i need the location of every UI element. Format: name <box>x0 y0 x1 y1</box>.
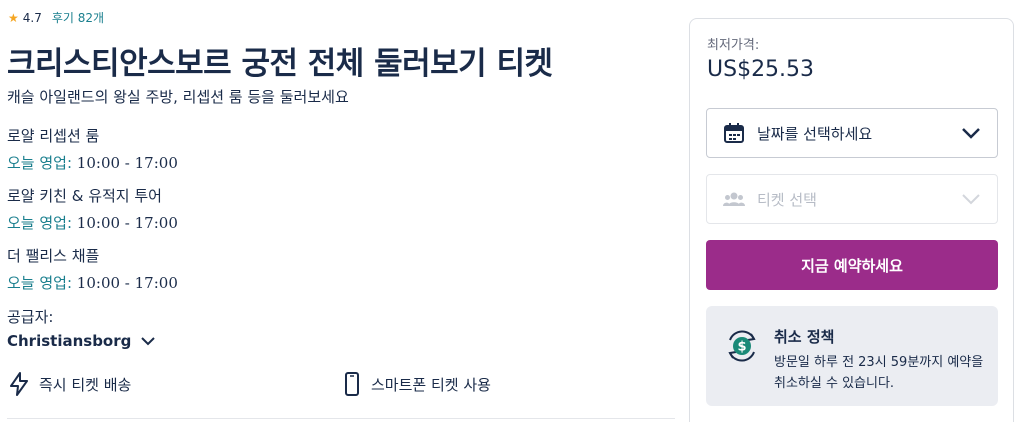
price: US$25.53 <box>707 57 815 82</box>
supplier-toggle[interactable]: Christiansborg <box>7 332 156 350</box>
hours-label: 오늘 영업: <box>7 154 73 172</box>
booking-card: 최저가격: US$25.53 날짜를 선택하세요 티켓 선택 지금 예약하세요 … <box>689 18 1014 422</box>
venue-name: 로얄 키친 & 유적지 투어 <box>7 187 162 205</box>
venue-hours: 오늘 영업: 10:00 - 17:00 <box>7 272 178 293</box>
venue-item: 로얄 리셉션 룸 오늘 영업: 10:00 - 17:00 <box>7 125 178 173</box>
venue-hours: 오늘 영업: 10:00 - 17:00 <box>7 212 178 233</box>
price-label: 최저가격: <box>707 38 760 53</box>
svg-text:$: $ <box>737 340 746 355</box>
venue-name: 더 팰리스 채플 <box>7 247 100 265</box>
rating-score: 4.7 <box>22 10 42 25</box>
reviews-link[interactable]: 후기 82개 <box>52 9 104 26</box>
venue-item: 더 팰리스 채플 오늘 영업: 10:00 - 17:00 <box>7 245 178 293</box>
feature-mobile-ticket: 스마트폰 티켓 사용 <box>343 372 491 396</box>
calendar-icon <box>723 122 745 144</box>
star-icon: ★ <box>8 10 19 25</box>
hours-value: 10:00 - 17:00 <box>72 274 178 292</box>
feature-label: 스마트폰 티켓 사용 <box>371 375 491 394</box>
date-select[interactable]: 날짜를 선택하세요 <box>706 108 998 158</box>
people-icon <box>723 191 745 207</box>
supplier-label: 공급자: <box>7 308 54 326</box>
chevron-down-icon <box>141 336 156 345</box>
venue-item: 로얄 키친 & 유적지 투어 오늘 영업: 10:00 - 17:00 <box>7 185 178 233</box>
page-title: 크리스티안스보르 궁전 전체 둘러보기 티켓 <box>7 46 553 82</box>
refund-icon: $ <box>728 330 756 362</box>
venue-hours: 오늘 영업: 10:00 - 17:00 <box>7 152 178 173</box>
hours-value: 10:00 - 17:00 <box>72 214 178 232</box>
date-select-label: 날짜를 선택하세요 <box>757 124 873 143</box>
book-now-button[interactable]: 지금 예약하세요 <box>706 240 998 290</box>
rating: ★ 4.7 후기 82개 <box>8 9 104 26</box>
chevron-down-icon <box>962 194 980 205</box>
venue-name: 로얄 리셉션 룸 <box>7 127 100 145</box>
divider <box>7 418 675 419</box>
ticket-select-label: 티켓 선택 <box>757 190 817 209</box>
chevron-down-icon <box>962 128 980 139</box>
ticket-select[interactable]: 티켓 선택 <box>706 174 998 224</box>
policy-title: 취소 정책 <box>774 328 835 346</box>
lightning-icon <box>10 372 28 396</box>
cancellation-policy: $ 취소 정책 방문일 하루 전 23시 59분까지 예약을 취소하실 수 있습… <box>706 306 998 406</box>
smartphone-icon <box>345 372 359 396</box>
hours-value: 10:00 - 17:00 <box>72 154 178 172</box>
supplier-name: Christiansborg <box>7 332 132 350</box>
feature-instant-delivery: 즉시 티켓 배송 <box>9 372 131 396</box>
hours-label: 오늘 영업: <box>7 214 73 232</box>
hours-label: 오늘 영업: <box>7 274 73 292</box>
page-subtitle: 캐슬 아일랜드의 왕실 주방, 리셉션 룸 등을 둘러보세요 <box>7 88 349 106</box>
policy-description: 방문일 하루 전 23시 59분까지 예약을 취소하실 수 있습니다. <box>774 355 984 391</box>
feature-label: 즉시 티켓 배송 <box>39 375 132 394</box>
